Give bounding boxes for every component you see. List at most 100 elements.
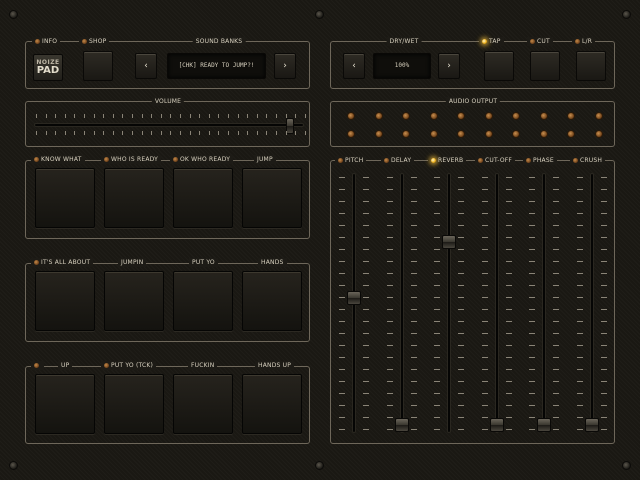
led-icon — [573, 158, 578, 163]
fader-tick — [339, 357, 345, 358]
fader-thumb-crush[interactable] — [584, 418, 599, 432]
pad-jump[interactable] — [242, 168, 302, 228]
fader-tick — [410, 345, 417, 346]
fader-tick — [576, 273, 583, 274]
fader-tick — [576, 321, 583, 322]
effects-panel: PITCH DELAY REVERB CUT-OFF PHASE CRUSH — [330, 156, 615, 444]
fader-tick — [576, 297, 583, 298]
fader-tick — [386, 405, 393, 406]
fader-tick — [576, 381, 583, 382]
output-level-led — [484, 112, 493, 120]
fader-track — [542, 173, 546, 433]
led-icon — [34, 157, 39, 162]
info-button[interactable]: NOIZE PAD — [33, 54, 63, 81]
tap-title: TAP — [479, 37, 504, 46]
fader-tick — [529, 297, 535, 298]
bank-next-button[interactable]: › — [274, 53, 296, 79]
volume-tick — [170, 131, 172, 135]
fader-tick — [410, 405, 417, 406]
pad-put-yo-tck[interactable] — [104, 374, 164, 434]
pad-who-is-ready[interactable] — [104, 168, 164, 228]
pad-put-yo[interactable] — [173, 271, 233, 331]
fader-tick — [600, 357, 607, 358]
fader-thumb-reverb[interactable] — [442, 235, 456, 249]
dry-wet-prev-button[interactable]: ‹ — [343, 53, 365, 79]
fader-tick — [386, 237, 393, 238]
fader-tick — [410, 429, 417, 430]
fader-tick — [339, 393, 345, 394]
tap-button[interactable] — [484, 51, 514, 81]
fader-tick — [363, 417, 369, 418]
fader-tick — [363, 333, 369, 334]
pad-hands[interactable] — [242, 271, 302, 331]
fader-tick — [386, 429, 393, 430]
volume-tick — [208, 131, 210, 135]
volume-tick — [189, 131, 191, 135]
fader-tick — [481, 177, 488, 178]
bank-prev-button[interactable]: ‹ — [135, 53, 157, 79]
fader-tick — [529, 393, 535, 394]
volume-slider-thumb[interactable] — [285, 118, 294, 134]
fader-thumb-delay[interactable] — [394, 418, 409, 432]
fader-tick — [529, 309, 535, 310]
fader-tick — [339, 381, 345, 382]
dry-wet-next-button[interactable]: › — [438, 53, 460, 79]
volume-tick — [276, 114, 277, 118]
cut-button[interactable] — [530, 51, 560, 81]
pad-jumpin[interactable] — [104, 271, 164, 331]
fader-tick — [481, 417, 488, 418]
fader-tick — [434, 201, 440, 202]
led-icon — [35, 39, 40, 44]
fader-thumb-pitch[interactable] — [347, 291, 361, 306]
fader-tick — [576, 369, 583, 370]
fader-thumb-phase[interactable] — [537, 418, 551, 432]
volume-tick — [151, 131, 153, 135]
fader-thumb-cut-off[interactable] — [489, 418, 504, 432]
fader-tick — [363, 213, 369, 214]
fader-tick — [600, 381, 607, 382]
fader-tick — [553, 393, 559, 394]
fader-tick — [505, 381, 512, 382]
fader-tick — [505, 417, 512, 418]
fader-tick — [363, 405, 369, 406]
output-level-led — [347, 130, 355, 138]
fader-tick — [363, 249, 369, 250]
fader-tick — [600, 429, 607, 430]
volume-tick — [170, 114, 172, 118]
volume-tick — [160, 131, 162, 135]
pad-its-all-about[interactable] — [35, 271, 95, 331]
fader-tick — [339, 249, 345, 250]
shop-button[interactable] — [83, 51, 113, 81]
fader-tick — [458, 321, 464, 322]
fader-tick — [505, 237, 512, 238]
fader-tick — [505, 273, 512, 274]
pad-label: KNOW WHAT — [31, 155, 85, 164]
pad-know-what[interactable] — [35, 168, 95, 228]
output-level-led — [374, 130, 383, 138]
pad-ok-who-ready[interactable] — [173, 168, 233, 228]
fader-tick — [505, 333, 512, 334]
fader-tick — [600, 237, 607, 238]
fader-tick — [553, 321, 559, 322]
audio-output-title: AUDIO OUTPUT — [445, 97, 501, 106]
fader-tick — [339, 261, 345, 262]
fader-tick — [481, 285, 488, 286]
fader-tick — [553, 357, 559, 358]
led-icon — [526, 158, 531, 163]
fader-tick — [481, 237, 488, 238]
fader-tick — [410, 357, 417, 358]
fader-tick — [505, 297, 512, 298]
volume-tick — [189, 114, 191, 118]
volume-tick — [304, 114, 306, 118]
fader-tick — [505, 309, 512, 310]
pad-up[interactable] — [35, 374, 95, 434]
pad-fuckin[interactable] — [173, 374, 233, 434]
fader-tick — [434, 357, 440, 358]
fader-tick — [434, 225, 440, 226]
fader-tick — [434, 273, 440, 274]
dry-wet-title: DRY/WET — [386, 37, 422, 46]
lr-button[interactable] — [576, 51, 606, 81]
fader-tick — [363, 273, 369, 274]
fader-track — [447, 173, 451, 433]
pad-hands-up[interactable] — [242, 374, 302, 434]
